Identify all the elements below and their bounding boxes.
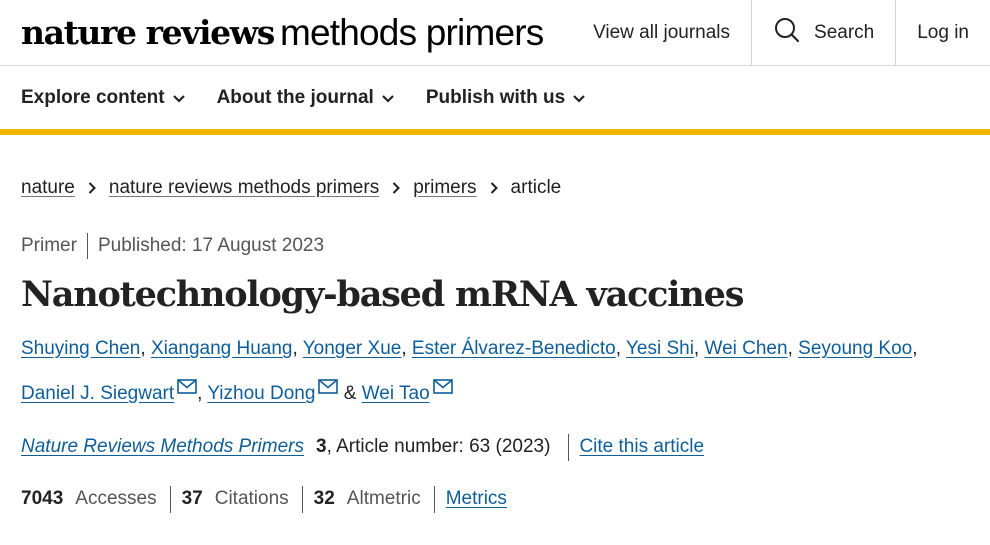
chevron-down-icon [382, 87, 394, 109]
author-separator: , [140, 338, 146, 359]
altmetric-count: 32 [313, 488, 335, 509]
chevron-right-icon [490, 182, 498, 194]
volume-number: 3 [315, 436, 327, 457]
author-separator: , [615, 338, 622, 359]
mail-icon[interactable] [177, 369, 197, 409]
logo-light-text: methods primers [279, 11, 544, 53]
author-link[interactable]: Seyoung Koo [798, 338, 912, 359]
chevron-down-icon [573, 87, 585, 109]
accesses-count: 7043 [21, 488, 64, 509]
explore-content-menu[interactable]: Explore content [21, 87, 185, 109]
author-separator: , [912, 338, 918, 359]
search-button[interactable]: Search [752, 0, 895, 65]
journal-link[interactable]: Nature Reviews Methods Primers [21, 436, 304, 458]
author-ampersand: & [343, 383, 357, 404]
author-link[interactable]: Shuying Chen [21, 338, 140, 359]
published-date: Published: 17 August 2023 [97, 235, 325, 256]
breadcrumb-nature[interactable]: nature [21, 177, 75, 199]
chevron-down-icon [172, 87, 185, 109]
author-separator: , [401, 338, 407, 359]
author-separator: , [292, 338, 298, 359]
citation-line: Nature Reviews Methods Primers 3, Articl… [21, 432, 990, 462]
author-link[interactable]: Yizhou Dong [207, 383, 315, 404]
citations-count: 37 [181, 488, 203, 509]
view-all-journals-link[interactable]: View all journals [572, 0, 751, 65]
altmetric-label: Altmetric [346, 488, 421, 509]
metrics-divider [301, 485, 303, 513]
breadcrumb-primers[interactable]: primers [413, 177, 476, 199]
breadcrumb: nature nature reviews methods primers pr… [0, 135, 990, 210]
article-number: , Article number: 63 (2023) [326, 436, 551, 457]
metrics-divider [433, 485, 435, 513]
journal-logo[interactable]: nature reviews methods primers [0, 0, 572, 65]
secondary-nav: Explore content About the journal Publis… [0, 66, 990, 135]
author-list: Shuying Chen, Xiangang Huang, Yonger Xue… [21, 329, 971, 414]
metrics-divider [169, 485, 171, 513]
author-link[interactable]: Daniel J. Siegwart [21, 383, 174, 404]
chevron-right-icon [88, 182, 96, 194]
accesses-label: Accesses [75, 488, 157, 509]
about-journal-menu[interactable]: About the journal [217, 87, 394, 109]
author-link[interactable]: Ester Álvarez-Benedicto [412, 338, 616, 359]
author-separator: , [787, 338, 793, 359]
article-type: Primer [21, 235, 77, 256]
article-meta: Primer Published: 17 August 2023 [21, 233, 990, 259]
chevron-right-icon [392, 182, 401, 194]
about-journal-label: About the journal [216, 86, 374, 108]
logo-bold-text: nature reviews [21, 13, 275, 52]
citation-divider [568, 433, 570, 461]
metrics-bar: 7043 Accesses 37 Citations 32 Altmetric … [21, 484, 990, 514]
author-link[interactable]: Wei Tao [362, 383, 430, 404]
login-link[interactable]: Log in [896, 0, 990, 65]
explore-content-label: Explore content [21, 86, 165, 108]
author-separator: , [197, 383, 203, 404]
article-title: Nanotechnology-based mRNA vaccines [21, 274, 744, 315]
author-link[interactable]: Xiangang Huang [151, 338, 293, 359]
metrics-link[interactable]: Metrics [446, 488, 507, 510]
author-link[interactable]: Wei Chen [704, 338, 787, 359]
breadcrumb-journal[interactable]: nature reviews methods primers [109, 177, 379, 199]
breadcrumb-current: article [510, 177, 562, 198]
author-link[interactable]: Yonger Xue [303, 338, 402, 359]
search-label: Search [814, 21, 875, 43]
publish-with-us-menu[interactable]: Publish with us [426, 87, 585, 109]
site-header: nature reviews methods primers View all … [0, 0, 990, 66]
mail-icon[interactable] [318, 369, 339, 409]
mail-icon[interactable] [432, 369, 453, 409]
author-link[interactable]: Yesi Shi [626, 338, 694, 359]
citations-label: Citations [214, 488, 289, 509]
author-separator: , [693, 338, 700, 359]
search-icon [774, 17, 800, 49]
cite-this-article-link[interactable]: Cite this article [579, 436, 704, 458]
meta-divider [86, 233, 88, 259]
publish-with-us-label: Publish with us [425, 86, 566, 108]
article-header: Primer Published: 17 August 2023 Nanotec… [0, 233, 990, 514]
